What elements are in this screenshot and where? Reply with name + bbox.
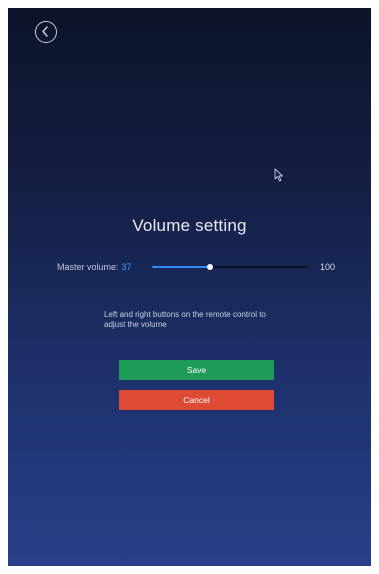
volume-hint-text: Left and right buttons on the remote con… xyxy=(104,310,266,329)
volume-max-label: 100 xyxy=(320,262,336,272)
master-volume-label: Master volume: 37 xyxy=(57,260,132,274)
back-button[interactable] xyxy=(35,21,57,43)
master-volume-row: Master volume: 37 100 xyxy=(8,260,371,274)
save-button[interactable]: Save xyxy=(119,360,274,380)
mouse-pointer-icon xyxy=(274,168,283,182)
chevron-left-icon xyxy=(42,26,48,37)
page-title: Volume setting xyxy=(132,216,247,235)
volume-slider-fill xyxy=(152,266,210,268)
volume-slider-thumb[interactable] xyxy=(206,264,213,270)
volume-slider[interactable] xyxy=(152,264,308,270)
cancel-button[interactable]: Cancel xyxy=(119,390,274,410)
master-volume-value: 37 xyxy=(121,262,132,272)
volume-setting-screen: Volume setting Master volume: 37 100 Left… xyxy=(8,8,371,566)
master-volume-label-text: Master volume: xyxy=(57,262,119,272)
